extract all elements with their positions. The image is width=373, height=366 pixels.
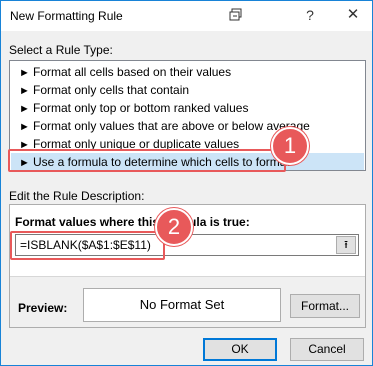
collapse-dialog-icon[interactable]: ⭱ bbox=[336, 236, 356, 254]
rule-item-label: Format only values that are above or bel… bbox=[33, 119, 310, 133]
preview-box: No Format Set bbox=[83, 288, 281, 322]
highlight-box-rule-type bbox=[8, 149, 286, 172]
help-button[interactable]: ? bbox=[293, 1, 327, 29]
restore-window-icon[interactable] bbox=[229, 8, 243, 22]
cancel-button[interactable]: Cancel bbox=[290, 338, 364, 361]
step-badge-1: 1 bbox=[271, 127, 309, 165]
rule-item-label: Format only top or bottom ranked values bbox=[33, 101, 249, 115]
dialog-title: New Formatting Rule bbox=[10, 9, 123, 23]
arrow-icon: ► bbox=[19, 103, 30, 115]
rule-item-label: Format only cells that contain bbox=[33, 83, 190, 97]
rule-item-cells-contain[interactable]: ► Format only cells that contain bbox=[11, 81, 364, 99]
ok-button[interactable]: OK bbox=[203, 338, 277, 361]
highlight-box-formula bbox=[10, 231, 165, 260]
rule-item-all-cells[interactable]: ► Format all cells based on their values bbox=[11, 63, 364, 81]
preview-label: Preview: bbox=[18, 301, 68, 315]
close-button[interactable]: ✕ bbox=[334, 1, 372, 29]
rule-description-label: Edit the Rule Description: bbox=[9, 189, 145, 203]
formula-heading: Format values where this formula is true… bbox=[15, 215, 250, 229]
title-bar: New Formatting Rule ? ✕ bbox=[1, 1, 372, 31]
step-badge-2: 2 bbox=[155, 208, 193, 246]
rule-type-label: Select a Rule Type: bbox=[9, 43, 113, 57]
arrow-icon: ► bbox=[19, 85, 30, 97]
arrow-icon: ► bbox=[19, 67, 30, 79]
rule-item-above-below-average[interactable]: ► Format only values that are above or be… bbox=[11, 117, 364, 135]
arrow-icon: ► bbox=[19, 121, 30, 133]
rule-item-label: Format all cells based on their values bbox=[33, 65, 232, 79]
format-button[interactable]: Format... bbox=[290, 294, 360, 318]
new-formatting-rule-dialog: New Formatting Rule ? ✕ Select a Rule Ty… bbox=[0, 0, 373, 366]
rule-item-top-bottom[interactable]: ► Format only top or bottom ranked values bbox=[11, 99, 364, 117]
